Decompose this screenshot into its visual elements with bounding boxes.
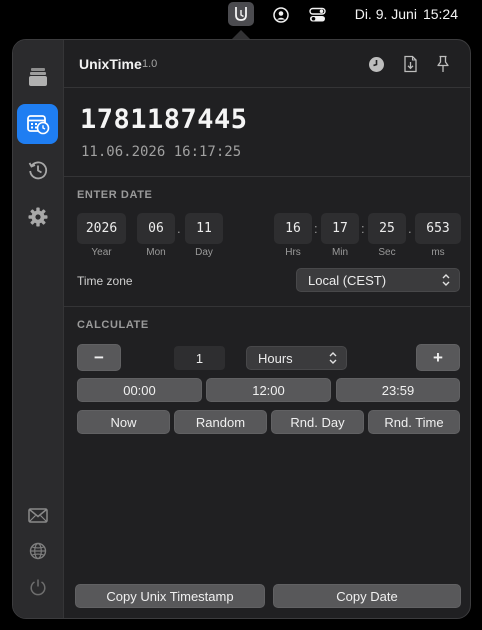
pin-icon[interactable]: [433, 54, 453, 74]
control-center-icon[interactable]: [308, 5, 328, 25]
enter-date-title: ENTER DATE: [77, 189, 153, 201]
year-field[interactable]: 2026: [77, 213, 126, 244]
chevron-updown-icon: [329, 352, 337, 364]
app-title: UnixTime: [79, 56, 142, 72]
milliseconds-label: ms: [431, 247, 445, 258]
formatted-date[interactable]: 11.06.2026 16:17:25: [81, 144, 241, 160]
copy-unix-timestamp-button[interactable]: Copy Unix Timestamp: [75, 584, 265, 608]
time-1200-button[interactable]: 12:00: [206, 378, 331, 402]
timezone-label: Time zone: [77, 274, 133, 288]
calculate-title: CALCULATE: [77, 319, 149, 331]
minutes-label: Min: [331, 247, 349, 258]
copy-date-button[interactable]: Copy Date: [273, 584, 461, 608]
layers-icon[interactable]: [17, 57, 58, 97]
hours-label: Hrs: [285, 247, 301, 258]
time-separator: :: [361, 221, 365, 236]
section-divider: [64, 306, 470, 307]
user-circle-icon[interactable]: [271, 5, 291, 25]
month-label: Mon: [146, 247, 166, 258]
random-day-button[interactable]: Rnd. Day: [271, 410, 364, 434]
random-time-button[interactable]: Rnd. Time: [368, 410, 460, 434]
unit-value: Hours: [258, 351, 293, 366]
time-separator: :: [314, 221, 318, 236]
export-file-icon[interactable]: [400, 54, 420, 74]
year-label: Year: [91, 247, 112, 258]
hours-field[interactable]: 16: [274, 213, 312, 244]
timezone-select[interactable]: Local (CEST): [296, 268, 460, 292]
now-button[interactable]: Now: [77, 410, 170, 434]
add-button[interactable]: +: [416, 344, 460, 371]
unixtime-popover: UnixTime 1.0 1781187445 11.06.2026 16:17…: [12, 39, 471, 619]
minutes-field[interactable]: 17: [321, 213, 359, 244]
day-label: Day: [195, 247, 213, 258]
menubar-clock[interactable]: Di. 9. Juni 15:24: [355, 6, 458, 22]
date-separator: .: [177, 221, 181, 236]
menubar-time: 15:24: [422, 6, 458, 22]
timestamp-display: 1781187445 11.06.2026 16:17:25: [64, 88, 470, 177]
ms-separator: .: [408, 221, 412, 236]
subtract-button[interactable]: −: [77, 344, 121, 371]
timezone-value: Local (CEST): [308, 273, 387, 288]
seconds-label: Sec: [378, 247, 396, 258]
gear-icon[interactable]: [17, 197, 58, 237]
power-icon[interactable]: [26, 575, 50, 599]
seconds-field[interactable]: 25: [368, 213, 406, 244]
sidebar: [13, 40, 64, 618]
amount-field[interactable]: 1: [174, 346, 225, 370]
unix-timestamp[interactable]: 1781187445: [80, 104, 248, 135]
random-button[interactable]: Random: [174, 410, 267, 434]
month-field[interactable]: 06: [137, 213, 175, 244]
menubar-date: Di. 9. Juni: [354, 6, 417, 22]
time-0000-button[interactable]: 00:00: [77, 378, 202, 402]
history-icon[interactable]: [17, 150, 58, 190]
clock-icon[interactable]: [366, 54, 386, 74]
calendar-clock-icon[interactable]: [17, 104, 58, 144]
globe-icon[interactable]: [26, 539, 50, 563]
milliseconds-field[interactable]: 653: [415, 213, 461, 244]
unit-select[interactable]: Hours: [246, 346, 347, 370]
time-2359-button[interactable]: 23:59: [336, 378, 460, 402]
unixtime-app-icon[interactable]: [228, 2, 254, 26]
day-field[interactable]: 11: [185, 213, 223, 244]
header: UnixTime 1.0: [64, 40, 470, 88]
main-panel: UnixTime 1.0 1781187445 11.06.2026 16:17…: [64, 40, 470, 618]
chevron-updown-icon: [442, 274, 450, 286]
menu-bar: Di. 9. Juni 15:24: [0, 0, 482, 30]
app-version: 1.0: [142, 58, 158, 70]
mail-icon[interactable]: [26, 503, 50, 527]
